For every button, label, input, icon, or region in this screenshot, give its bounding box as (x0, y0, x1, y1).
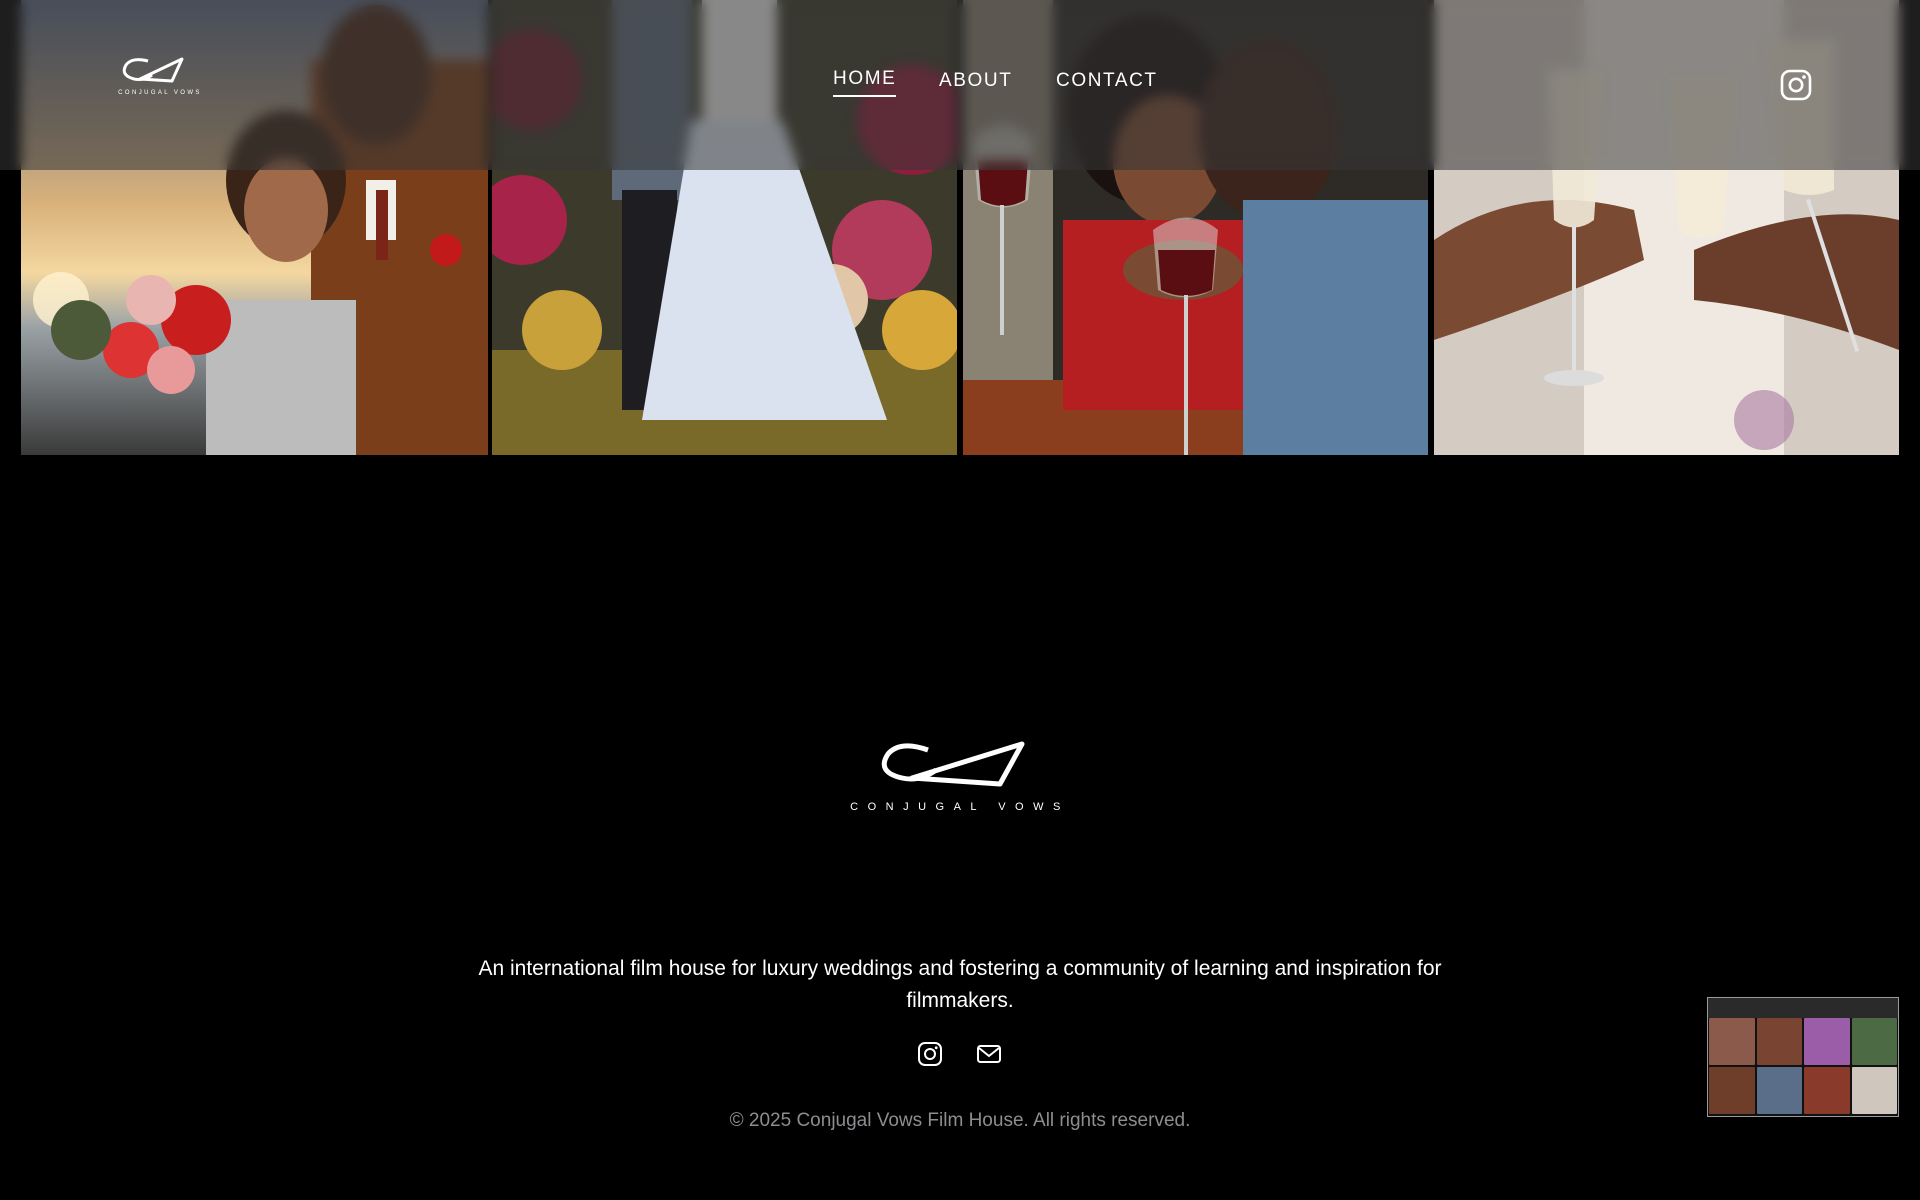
footer-social-icons (0, 1040, 1920, 1068)
footer-tagline: An international film house for luxury w… (478, 957, 1442, 1012)
nav-about-link[interactable]: ABOUT (939, 70, 1012, 92)
footer-logo-wordmark: CONJUGAL VOWS (850, 801, 1070, 813)
thumbnail-header (1708, 998, 1898, 1018)
nav-home-link[interactable]: HOME (833, 68, 897, 97)
copyright-text: © 2025 Conjugal Vows Film House. All rig… (729, 1110, 1191, 1131)
instagram-icon[interactable] (916, 1040, 944, 1068)
mail-icon[interactable] (975, 1040, 1003, 1068)
site-header: CONJUGAL VOWS HOME ABOUT CONTACT (0, 0, 1920, 170)
instagram-icon[interactable] (1779, 68, 1813, 102)
main-nav: HOME ABOUT CONTACT (0, 68, 1920, 110)
footer-logo: CONJUGAL VOWS (840, 738, 1080, 828)
thumbnail-grid (1708, 1018, 1898, 1114)
page-preview-thumbnail[interactable] (1707, 997, 1899, 1117)
nav-contact-link[interactable]: CONTACT (1056, 70, 1158, 92)
